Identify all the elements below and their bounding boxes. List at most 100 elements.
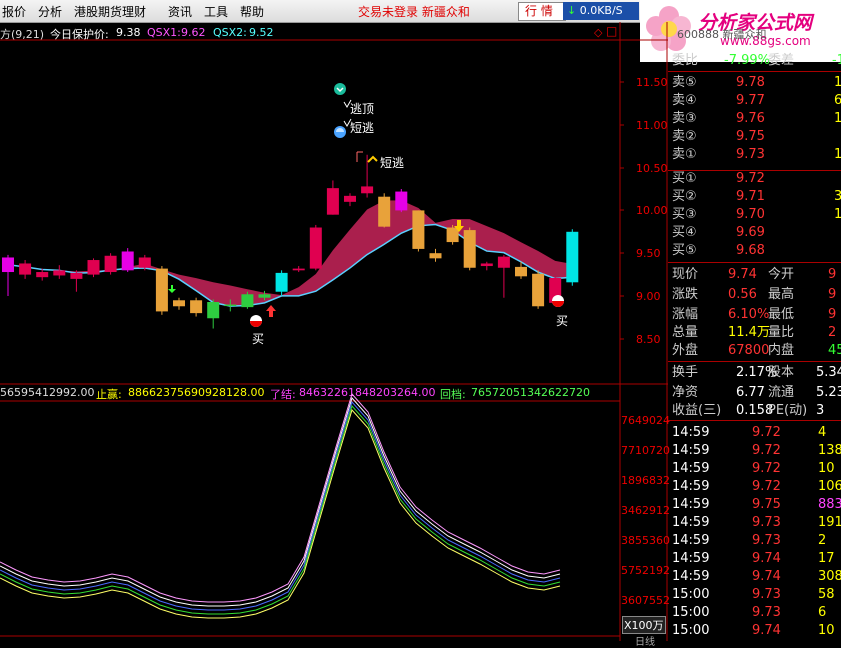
stat-value: 67800 bbox=[728, 343, 770, 358]
sub-line bbox=[0, 408, 561, 619]
candle-body bbox=[224, 304, 237, 307]
sell-price: 9.75 bbox=[736, 129, 765, 144]
stat-label: 现价 bbox=[672, 267, 699, 282]
stat-value2: 9 bbox=[828, 287, 837, 302]
candle-body bbox=[497, 256, 510, 268]
stat-row: 涨幅 6.10% 最低 9 bbox=[668, 306, 841, 324]
tick-row: 15:00 9.74 10 bbox=[668, 622, 841, 640]
small-down-arrow-icon bbox=[168, 285, 176, 293]
tick-row: 14:59 9.72 10 bbox=[668, 460, 841, 478]
candle-body bbox=[566, 231, 579, 283]
stat-value2: 458 bbox=[828, 343, 841, 358]
escape-top-label: 逃顶 bbox=[350, 102, 375, 116]
tick-time: 14:59 bbox=[672, 515, 710, 530]
tick-volume: 6 bbox=[818, 605, 827, 620]
stat-label: 总量 bbox=[672, 325, 699, 340]
sell-price: 9.77 bbox=[736, 93, 765, 108]
buy-row: 买④ 9.69 bbox=[668, 224, 841, 242]
candle-body bbox=[395, 191, 408, 211]
tick-price: 9.74 bbox=[752, 623, 781, 638]
stat-row: 现价 9.74 今开 9 bbox=[668, 266, 841, 284]
fund-label2: 股本 bbox=[768, 365, 795, 380]
buy-row: 买① 9.72 bbox=[668, 170, 841, 188]
tick-row: 15:00 9.73 6 bbox=[668, 604, 841, 622]
sub-axis-label: 7649024 bbox=[621, 414, 670, 427]
tick-row: 14:59 9.74 17 bbox=[668, 550, 841, 568]
fund-label2: PE(动) bbox=[768, 403, 808, 418]
tick-volume: 106 bbox=[818, 479, 841, 494]
fund-label2: 流通 bbox=[768, 385, 795, 400]
fund-value2: 5.34 bbox=[816, 365, 841, 380]
candle-body bbox=[19, 263, 32, 275]
tick-time: 14:59 bbox=[672, 551, 710, 566]
tick-price: 9.75 bbox=[752, 497, 781, 512]
sell-volume: 1 bbox=[834, 111, 841, 126]
candle-body bbox=[104, 255, 117, 273]
stat-label: 涨跌 bbox=[672, 287, 699, 302]
tick-price: 9.74 bbox=[752, 551, 781, 566]
candle-body bbox=[207, 301, 220, 319]
sell-row: 卖② 9.75 bbox=[668, 128, 841, 146]
sub-axis-label: 5752192 bbox=[621, 564, 670, 577]
tick-volume: 191 bbox=[818, 515, 841, 530]
sub-line bbox=[0, 396, 561, 607]
price-label: 8.50 bbox=[636, 333, 661, 346]
tick-price: 9.72 bbox=[752, 425, 781, 440]
sell-price: 9.76 bbox=[736, 111, 765, 126]
price-label: 11.00 bbox=[636, 119, 668, 132]
tick-volume: 17 bbox=[818, 551, 835, 566]
tick-time: 14:59 bbox=[672, 497, 710, 512]
stat-label: 外盘 bbox=[672, 343, 699, 358]
candle-body bbox=[173, 300, 185, 307]
sell-label: 卖⑤ bbox=[672, 75, 697, 90]
sell-price: 9.73 bbox=[736, 147, 765, 162]
tick-volume: 138 bbox=[818, 443, 841, 458]
tick-row: 14:59 9.75 883 bbox=[668, 496, 841, 514]
candle-body bbox=[429, 253, 442, 259]
candle-body bbox=[309, 227, 322, 269]
sub-line bbox=[0, 404, 561, 615]
sell-label: 卖① bbox=[672, 147, 697, 162]
tick-time: 15:00 bbox=[672, 623, 710, 638]
short-escape2-label: 短逃 bbox=[380, 156, 405, 170]
tick-volume: 2 bbox=[818, 533, 827, 548]
stat-label2: 最低 bbox=[768, 307, 795, 322]
price-label: 9.50 bbox=[636, 247, 661, 260]
buy-price: 9.70 bbox=[736, 207, 765, 222]
sell-row: 卖⑤ 9.78 1 bbox=[668, 74, 841, 92]
buy-label: 买① bbox=[672, 171, 697, 186]
candle-body bbox=[258, 294, 271, 298]
tick-time: 15:00 bbox=[672, 587, 710, 602]
fund-label: 换手 bbox=[672, 365, 699, 380]
buy-label: 买② bbox=[672, 189, 697, 204]
candle-body bbox=[378, 196, 391, 227]
tick-time: 14:59 bbox=[672, 479, 710, 494]
fund-row: 换手 2.17% 股本 5.34 bbox=[668, 364, 841, 382]
fund-value2: 3 bbox=[816, 403, 825, 418]
order-ratio-row: 委比 -7.99% 委差 -1 bbox=[672, 53, 841, 68]
price-axis bbox=[620, 81, 624, 340]
sell-volume: 1 bbox=[834, 147, 841, 162]
sell-price: 9.78 bbox=[736, 75, 765, 90]
sub-unit: X100万 bbox=[622, 616, 666, 634]
sell-label: 卖③ bbox=[672, 111, 697, 126]
candle-body bbox=[36, 272, 49, 278]
quote-panel: 委比 -7.99% 委差 -1 卖⑤ 9.78 1 卖④ 9.77 6 卖③ 9.76 1 卖② 9… bbox=[668, 22, 841, 641]
tick-volume: 4 bbox=[818, 425, 827, 440]
buy-volume: 3 bbox=[834, 189, 841, 204]
tick-time: 15:00 bbox=[672, 605, 710, 620]
tick-time: 14:59 bbox=[672, 569, 710, 584]
tick-price: 9.74 bbox=[752, 569, 781, 584]
fund-value2: 5.23 bbox=[816, 385, 841, 400]
sell-row: 卖① 9.73 1 bbox=[668, 146, 841, 164]
price-label: 9.00 bbox=[636, 290, 661, 303]
sell-row: 卖③ 9.76 1 bbox=[668, 110, 841, 128]
tick-volume: 58 bbox=[818, 587, 835, 602]
stat-value: 9.74 bbox=[728, 267, 757, 282]
tick-row: 15:00 9.73 58 bbox=[668, 586, 841, 604]
stat-value2: 2 bbox=[828, 325, 837, 340]
sell-label: 卖② bbox=[672, 129, 697, 144]
candle-body bbox=[190, 300, 203, 314]
tick-time: 14:59 bbox=[672, 443, 710, 458]
stat-label2: 内盘 bbox=[768, 343, 795, 358]
